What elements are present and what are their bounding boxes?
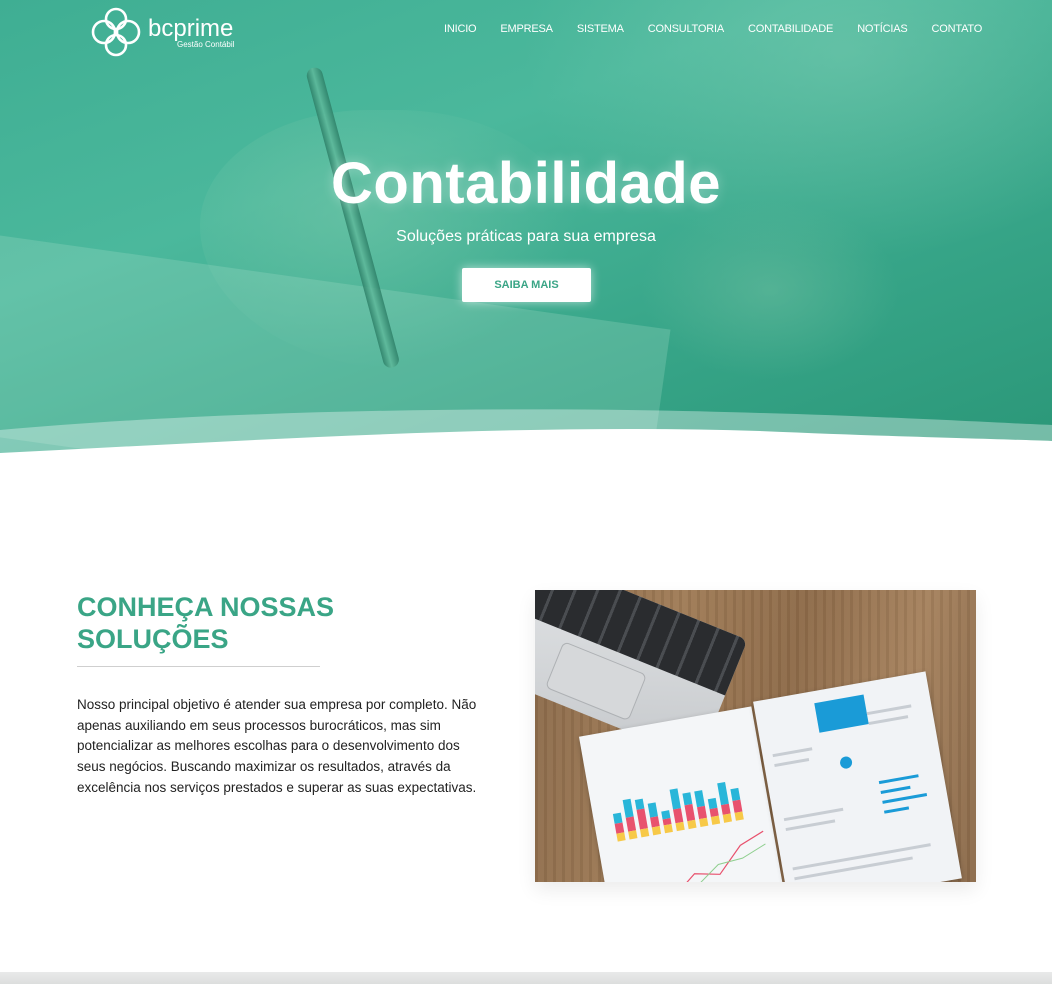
brand-logo[interactable]: bcprime Gestão Contábil [90,6,235,58]
infinity-logo-icon [91,7,141,57]
report-bar [694,790,709,827]
resume-text-line [774,757,810,768]
brand-name: bcprime [148,15,234,42]
hero-wave-divider [0,409,1052,470]
resume-skill-bar [882,793,928,804]
report-bar [661,810,673,834]
nav-item-consultoria[interactable]: CONSULTORIA [648,23,724,35]
nav-item-sistema[interactable]: SISTEMA [577,23,624,35]
resume-header-block [814,694,869,733]
report-bar [647,802,662,836]
solutions-photo [535,590,976,882]
resume-badge-icon [839,755,854,770]
resume-text-line [868,715,909,726]
report-bar [612,812,626,842]
hero-title: Contabilidade [331,151,721,216]
solutions-body: Nosso principal objetivo é atender sua e… [77,697,477,795]
nav-item-empresa[interactable]: EMPRESA [500,23,553,35]
resume-text-line [794,856,913,881]
nav-item-noticias[interactable]: NOTÍCIAS [857,23,908,35]
saiba-mais-button[interactable]: SAIBA MAIS [462,268,591,302]
main-nav: INICIO EMPRESA SISTEMA CONSULTORIA CONTA… [444,23,1006,35]
nav-item-contabilidade[interactable]: CONTABILIDADE [748,23,833,35]
resume-text-line [785,819,836,832]
solutions-title-line1: CONHEÇA NOSSAS [77,592,335,622]
hero-banner: bcprime Gestão Contábil INICIO EMPRESA S… [0,0,1052,470]
report-bar [730,787,744,821]
next-section-edge [0,972,1052,984]
resume-skill-bar [878,774,919,785]
solutions-title: CONHEÇA NOSSAS SOLUÇÕES [77,591,407,655]
nav-item-inicio[interactable]: INICIO [444,23,477,35]
solutions-divider [77,666,320,667]
report-bar [717,782,732,823]
report-sheet-chart [578,706,787,882]
resume-skill-bar [883,806,910,814]
brand-tagline: Gestão Contábil [177,40,235,49]
report-bar [707,797,721,825]
hero-background-hand-right [640,200,900,380]
resume-text-line [772,747,813,758]
solutions-title-line2: SOLUÇÕES [77,624,229,654]
nav-item-contato[interactable]: CONTATO [932,23,983,35]
resume-skill-bar [880,785,911,794]
hero-subtitle: Soluções práticas para sua empresa [396,228,656,245]
report-bar-chart [606,748,756,842]
resume-text-line [866,704,912,716]
report-sheet-resume [753,671,962,882]
